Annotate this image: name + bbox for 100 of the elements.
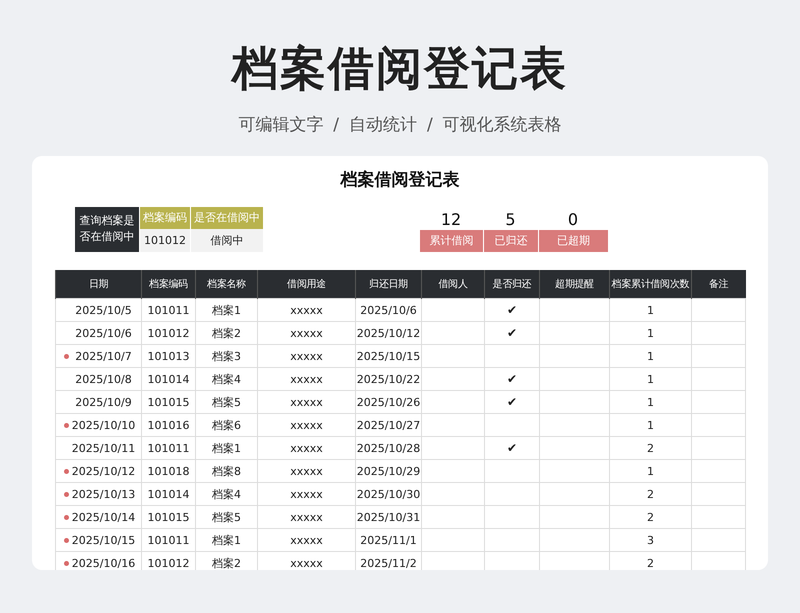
table-cell-text: 2025/10/5: [74, 304, 132, 316]
table-cell: 2025/10/29: [356, 460, 422, 482]
table-cell: 1: [610, 368, 692, 390]
table-cell: 档案8: [196, 460, 258, 482]
table-cell: 2025/10/28: [356, 436, 422, 460]
sheet-title: 档案借阅登记表: [339, 169, 460, 192]
check-mark: ✔: [506, 326, 518, 340]
table-cell-text: 2025/10/14: [70, 510, 136, 524]
table-cell-text: 2025/10/10: [70, 418, 136, 432]
table-cell: 2025/10/15: [356, 344, 422, 368]
table-cell: 2025/10/12: [356, 322, 422, 344]
table-cell: 档案2: [196, 322, 258, 344]
subtitle-text: 可视化系统表格: [442, 114, 562, 136]
query-label: 查询档案是否在借阅中: [75, 207, 139, 252]
query-heading: 档案编码: [139, 207, 190, 229]
table-cell: 1: [610, 344, 692, 368]
table-cell: 档案3: [196, 344, 258, 368]
table-cell: 档案1: [196, 528, 258, 552]
table-cell: 101015: [142, 506, 196, 528]
subtitle-text: 自动统计: [349, 114, 417, 136]
check-mark: ✔: [506, 372, 518, 386]
table-cell: xxxxx: [258, 482, 356, 506]
table-cell: xxxxx: [258, 368, 356, 390]
table-cell-text: 2025/10/13: [70, 488, 136, 500]
check-mark: ✔: [506, 441, 518, 455]
stat-value: 0: [566, 210, 580, 230]
table-cell-text: 2025/10/15: [70, 534, 136, 546]
table-cell: 2025/11/1: [356, 528, 422, 552]
table-cell: 101011: [142, 436, 196, 460]
column-header: 超期提醒: [540, 270, 610, 298]
query-heading: 是否在借阅中: [190, 207, 263, 229]
table-cell: 3: [610, 528, 692, 552]
table-cell-text: 2025/10/8: [74, 372, 132, 386]
table-cell: xxxxx: [258, 390, 356, 414]
column-header: 是否归还: [484, 270, 540, 298]
subtitle-text: 可编辑文字: [238, 114, 324, 136]
table-cell: 101011: [142, 298, 196, 322]
separator: /: [427, 114, 433, 136]
table-cell: 2: [610, 506, 692, 528]
column-header: 借阅人: [422, 270, 484, 298]
table-cell: xxxxx: [258, 436, 356, 460]
table-cell: 档案1: [196, 436, 258, 460]
table-cell: xxxxx: [258, 414, 356, 436]
stat-label: 已超期: [538, 230, 608, 252]
table-cell: 2025/10/30: [356, 482, 422, 506]
table-cell: 101011: [142, 528, 196, 552]
column-header: 档案编码: [142, 270, 196, 298]
stat-value: 5: [504, 210, 517, 230]
query-value: 101012: [139, 229, 190, 252]
table-cell-text: 2025/10/12: [70, 464, 136, 478]
table-cell: 1: [610, 390, 692, 414]
stat-label: 已归还: [483, 230, 538, 252]
table-cell: 2025/10/27: [356, 414, 422, 436]
table-cell-text: 2025/10/11: [70, 442, 136, 454]
table-cell: 101016: [142, 414, 196, 436]
table-cell: 2: [610, 436, 692, 460]
column-header: 日期: [56, 270, 142, 298]
table-cell: 101014: [142, 368, 196, 390]
table-cell: 2025/10/31: [356, 506, 422, 528]
table-cell: 2: [610, 482, 692, 506]
check-mark: ✔: [506, 303, 518, 317]
table-cell-text: 2025/10/7: [74, 350, 132, 362]
table-cell: 档案6: [196, 414, 258, 436]
table-cell: 档案5: [196, 390, 258, 414]
table-cell: 1: [610, 460, 692, 482]
stat-label: 累计借阅: [419, 230, 483, 252]
page-title: 档案借阅登记表: [232, 40, 568, 96]
table-cell: 档案1: [196, 298, 258, 322]
table-cell-text: 2025/10/6: [74, 326, 132, 340]
table-cell-text: 2025/10/16: [70, 556, 136, 570]
column-header: 归还日期: [356, 270, 422, 298]
column-header: 档案名称: [196, 270, 258, 298]
table-cell: 101015: [142, 390, 196, 414]
table-cell: 1: [610, 298, 692, 322]
table-cell: 2025/10/22: [356, 368, 422, 390]
table-cell: 档案4: [196, 368, 258, 390]
table-cell: 2025/10/6: [356, 298, 422, 322]
table-cell: 1: [610, 322, 692, 344]
table-cell: xxxxx: [258, 344, 356, 368]
column-header: 借阅用途: [258, 270, 356, 298]
table-cell: 101012: [142, 322, 196, 344]
check-mark: ✔: [506, 395, 518, 409]
table-cell-text: 2025/10/9: [74, 396, 132, 408]
query-value: 借阅中: [190, 229, 263, 252]
table-cell: 2025/10/26: [356, 390, 422, 414]
table-cell: 档案5: [196, 506, 258, 528]
table-cell: xxxxx: [258, 298, 356, 322]
table-cell: 101014: [142, 482, 196, 506]
separator: /: [333, 114, 339, 136]
table-cell: 101018: [142, 460, 196, 482]
table-cell: 101013: [142, 344, 196, 368]
column-header: 备注: [692, 270, 746, 298]
stat-value: 12: [440, 210, 462, 230]
table-cell: 1: [610, 414, 692, 436]
table-cell: xxxxx: [258, 460, 356, 482]
table-cell: xxxxx: [258, 528, 356, 552]
column-header: 档案累计借阅次数: [610, 270, 692, 298]
table-cell: xxxxx: [258, 322, 356, 344]
table-cell: xxxxx: [258, 506, 356, 528]
table-cell: 档案4: [196, 482, 258, 506]
